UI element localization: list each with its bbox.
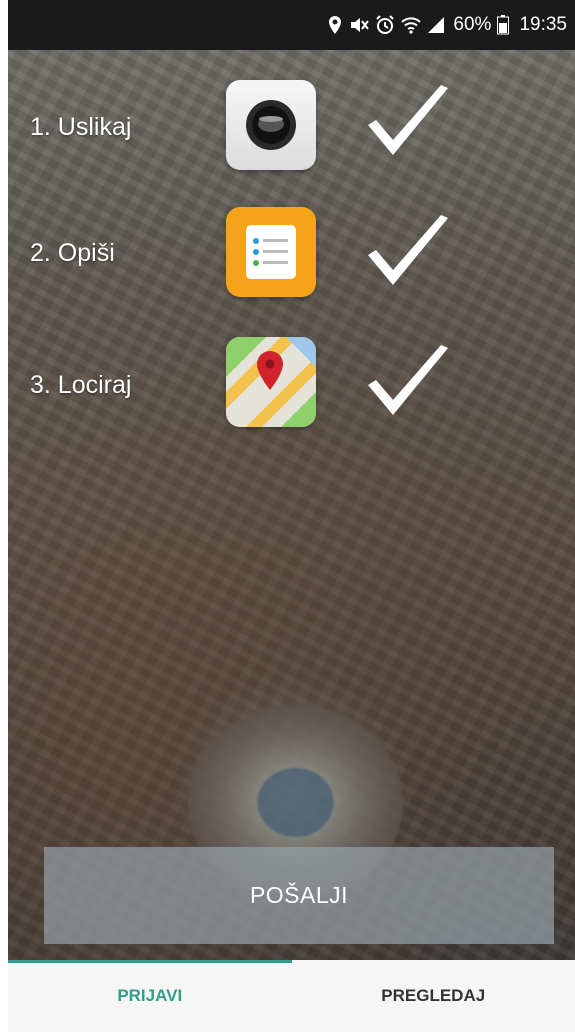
alarm-icon	[375, 15, 395, 35]
signal-icon	[427, 16, 445, 34]
send-button[interactable]: POŠALJI	[44, 847, 554, 944]
camera-icon[interactable]	[226, 80, 316, 170]
tab-report[interactable]: PRIJAVI	[8, 960, 292, 1032]
step-take-photo: 1. Uslikaj	[8, 75, 575, 175]
tab-browse[interactable]: PREGLEDAJ	[292, 960, 575, 1032]
map-icon[interactable]	[226, 337, 316, 427]
location-icon	[327, 15, 343, 35]
checkmark-icon	[368, 85, 448, 155]
mute-icon	[349, 16, 370, 34]
bottom-tab-bar: PRIJAVI PREGLEDAJ	[8, 960, 575, 1032]
battery-icon	[497, 15, 510, 35]
wifi-icon	[401, 16, 422, 34]
app-screen: 60% 19:35 1. Uslikaj 2. Opiši 3. Lociraj…	[8, 0, 575, 1032]
step-label: 1. Uslikaj	[30, 113, 132, 141]
step-label: 3. Lociraj	[30, 371, 132, 399]
step-locate: 3. Lociraj	[8, 335, 575, 435]
status-bar: 60% 19:35	[8, 0, 575, 50]
clock: 19:35	[519, 14, 567, 35]
checkmark-icon	[368, 215, 448, 285]
city-background-image	[8, 50, 575, 960]
step-describe: 2. Opiši	[8, 205, 575, 305]
notes-icon[interactable]	[226, 207, 316, 297]
step-label: 2. Opiši	[30, 239, 115, 267]
checkmark-icon	[368, 345, 448, 415]
battery-level: 60%	[453, 14, 492, 35]
